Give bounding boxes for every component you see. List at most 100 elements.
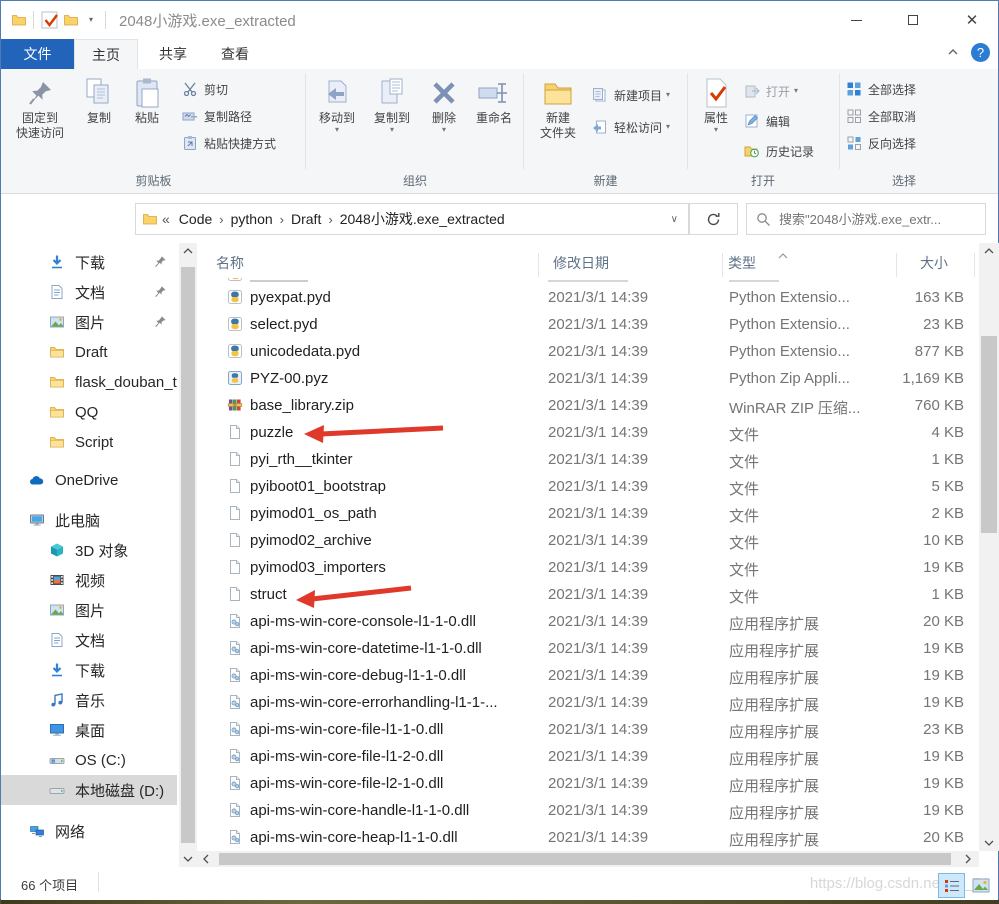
table-row[interactable]: pyimod03_importers2021/3/1 14:39文件19 KB [197,554,979,581]
properties-check-icon[interactable] [41,11,57,27]
customize-quick-access-toolbar-icon[interactable] [85,14,97,26]
search-input[interactable] [747,204,985,234]
refresh-button[interactable] [689,203,738,235]
rename-button[interactable]: 重命名 [467,73,521,169]
table-row[interactable]: api-ms-win-core-file-l1-1-0.dll2021/3/1 … [197,716,979,743]
sidebar-item-pictures[interactable]: 图片 [1,595,177,625]
table-row[interactable]: api-ms-win-core-console-l1-1-0.dll2021/3… [197,608,979,635]
open-dropdown-icon[interactable] [794,87,798,95]
table-row[interactable]: api-ms-win-core-file-l1-2-0.dll2021/3/1 … [197,743,979,770]
breadcrumb-item-python[interactable]: python [224,211,280,227]
column-header-size[interactable]: 大小 [920,253,948,273]
sidebar-item-folder[interactable]: Draft [1,337,177,367]
table-row[interactable]: struct2021/3/1 14:39文件1 KB [197,581,979,608]
select-none-button[interactable]: 全部取消 [845,104,916,128]
sidebar-item-onedrive[interactable]: OneDrive [1,465,177,495]
horizontal-scrollbar[interactable] [197,851,979,867]
easy-access-dropdown-icon[interactable] [666,123,670,131]
column-divider[interactable] [538,253,539,277]
tab-share[interactable]: 共享 [146,39,200,69]
copy-button[interactable]: 复制 [77,73,121,169]
sidebar-item-drive[interactable]: 本地磁盘 (D:) [1,775,177,805]
sidebar-item-pictures[interactable]: 图片 [1,307,177,337]
new-folder-icon[interactable] [63,12,79,28]
delete-dropdown-icon[interactable] [442,126,446,134]
easy-access-button[interactable]: 轻松访问 [591,115,670,139]
address-dropdown-icon[interactable] [671,214,688,225]
properties-dropdown-icon[interactable] [714,126,718,134]
sidebar-item-desktop[interactable]: 桌面 [1,715,177,745]
horizontal-scrollbar-thumb[interactable] [219,853,951,865]
scroll-up-icon[interactable] [979,243,999,259]
copy-to-dropdown-icon[interactable] [390,126,394,134]
sidebar-item-document[interactable]: 文档 [1,277,177,307]
tab-file[interactable]: 文件 [1,39,74,69]
column-header-date-modified[interactable]: 修改日期 [553,253,609,273]
column-divider[interactable] [974,253,975,277]
table-row[interactable]: api-ms-win-core-errorhandling-l1-1-...20… [197,689,979,716]
sidebar-item-3d-objects[interactable]: 3D 对象 [1,535,177,565]
select-all-button[interactable]: 全部选择 [845,77,916,101]
pin-to-quick-access-button[interactable]: 固定到快速访问 [7,73,73,169]
column-divider[interactable] [896,253,897,277]
open-button[interactable]: 打开 [743,79,798,103]
history-button[interactable]: 历史记录 [743,139,814,163]
sidebar-item-drive-c[interactable]: OS (C:) [1,745,177,775]
table-row[interactable]: api-ms-win-core-file-l2-1-0.dll2021/3/1 … [197,770,979,797]
table-row[interactable]: pyi_rth__tkinter2021/3/1 14:39文件1 KB [197,446,979,473]
file-list-scrollbar-thumb[interactable] [981,336,997,533]
table-row[interactable]: api-ms-win-core-debug-l1-1-0.dll2021/3/1… [197,662,979,689]
new-folder-button[interactable]: 新建文件夹 [529,73,587,169]
breadcrumb-collapse-icon[interactable] [158,211,172,227]
sidebar-item-network[interactable]: 网络 [1,816,177,846]
sidebar-item-document[interactable]: 文档 [1,625,177,655]
sidebar-scrollbar[interactable] [179,243,197,867]
table-row[interactable]: pyimod01_os_path2021/3/1 14:39文件2 KB [197,500,979,527]
column-header-type[interactable]: 类型 [728,253,756,273]
new-item-button[interactable]: 新建项目 [591,83,670,107]
tab-view[interactable]: 查看 [208,39,262,69]
table-row[interactable]: pyiboot01_bootstrap2021/3/1 14:39文件5 KB [197,473,979,500]
help-icon[interactable] [971,43,990,62]
sidebar-item-folder[interactable]: QQ [1,397,177,427]
table-row[interactable]: unicodedata.pyd2021/3/1 14:39Python Exte… [197,338,979,365]
table-row[interactable]: base_library.zip2021/3/1 14:39WinRAR ZIP… [197,392,979,419]
copy-to-button[interactable]: 复制到 [365,73,419,169]
sidebar-scrollbar-thumb[interactable] [181,267,195,843]
table-row[interactable]: api-ms-win-core-heap-l1-1-0.dll2021/3/1 … [197,824,979,851]
minimize-button[interactable] [833,1,879,39]
breadcrumb-item-draft[interactable]: Draft [284,211,328,227]
table-row[interactable]: pyimod02_archive2021/3/1 14:39文件10 KB [197,527,979,554]
maximize-button[interactable] [890,1,936,39]
scroll-down-icon[interactable] [979,835,999,851]
delete-button[interactable]: 删除 [423,73,465,169]
column-header-name[interactable]: 名称 [216,253,244,273]
cut-button[interactable]: 剪切 [181,77,228,101]
details-view-button[interactable] [938,873,965,898]
new-item-dropdown-icon[interactable] [666,91,670,99]
table-row[interactable]: PYZ-00.pyz2021/3/1 14:39Python Zip Appli… [197,365,979,392]
sidebar-item-videos[interactable]: 视频 [1,565,177,595]
edit-button[interactable]: 编辑 [743,109,790,133]
properties-button[interactable]: 属性 [693,73,739,169]
move-to-dropdown-icon[interactable] [335,126,339,134]
breadcrumb-item-code[interactable]: Code [172,211,219,227]
scroll-up-icon[interactable] [179,243,197,259]
breadcrumb-item-current[interactable]: 2048小游戏.exe_extracted [333,209,512,229]
column-divider[interactable] [722,253,723,277]
table-row[interactable]: pyexpat.pyd2021/3/1 14:39Python Extensio… [197,284,979,311]
collapse-ribbon-icon[interactable] [946,45,964,63]
sidebar-item-download[interactable]: 下载 [1,655,177,685]
close-button[interactable]: ✕ [947,1,997,39]
table-row[interactable]: puzzle2021/3/1 14:39文件4 KB [197,419,979,446]
sidebar-item-download[interactable]: 下载 [1,247,177,277]
large-icons-view-button[interactable] [967,873,994,898]
move-to-button[interactable]: 移动到 [311,73,363,169]
file-list-scrollbar[interactable] [979,243,999,851]
breadcrumb[interactable]: Code python Draft 2048小游戏.exe_extracted [135,203,689,235]
sidebar-item-folder[interactable]: Script [1,427,177,457]
paste-shortcut-button[interactable]: 粘贴快捷方式 [181,131,276,155]
scroll-left-icon[interactable] [197,851,215,867]
table-row[interactable]: api-ms-win-core-handle-l1-1-0.dll2021/3/… [197,797,979,824]
copy-path-button[interactable]: 复制路径 [181,104,252,128]
